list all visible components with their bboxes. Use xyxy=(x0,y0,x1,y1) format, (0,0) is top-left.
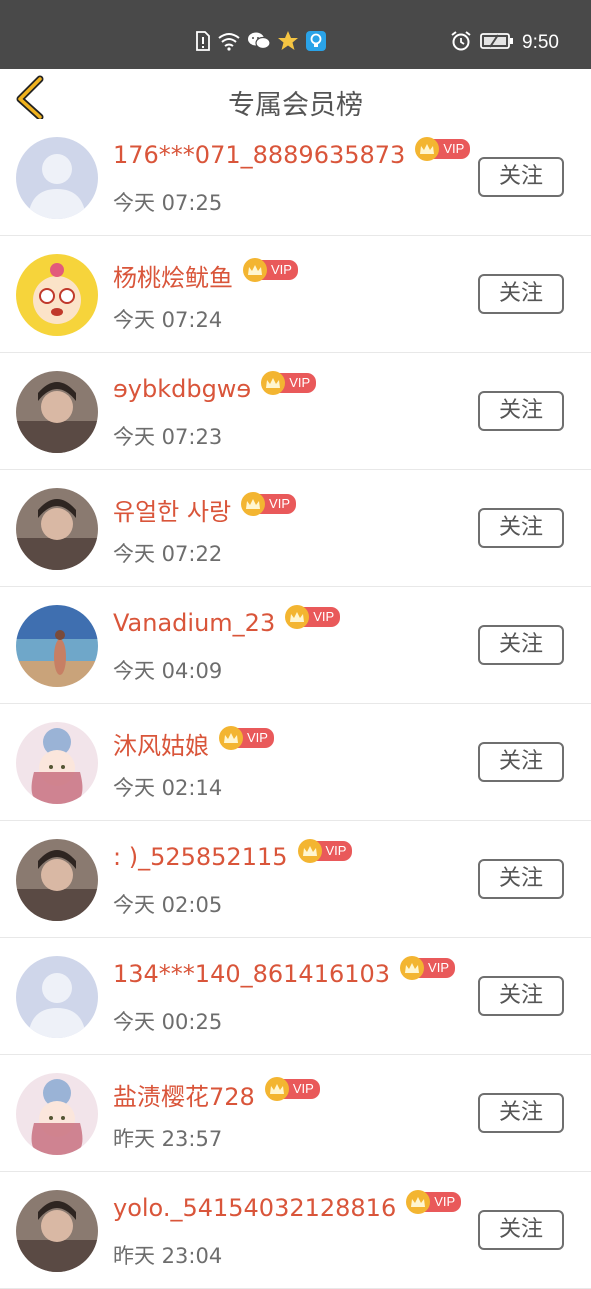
name-line: 沐风姑娘 VIP xyxy=(113,725,274,761)
crown-icon xyxy=(241,491,266,516)
member-name[interactable]: 杨桃烩鱿鱼 xyxy=(113,258,233,293)
member-name[interactable]: 盐渍樱花728 xyxy=(113,1077,255,1112)
member-time: 今天 00:25 xyxy=(113,1010,223,1034)
name-line: 盐渍樱花728 VIP xyxy=(113,1076,320,1112)
status-icons-left xyxy=(195,31,327,55)
follow-button[interactable]: 关注 xyxy=(478,976,564,1016)
name-line: 유얼한 사랑 VIP xyxy=(113,491,296,527)
member-name[interactable]: yolo._54154032128816 xyxy=(113,1194,396,1222)
member-row[interactable]: 134***140_861416103 VIP 今天 00:25 关注 xyxy=(0,938,591,1055)
member-name[interactable]: 沐风姑娘 xyxy=(113,726,209,761)
alarm-icon xyxy=(450,30,472,57)
wifi-icon xyxy=(217,31,241,55)
member-time: 今天 07:24 xyxy=(113,308,223,332)
follow-button[interactable]: 关注 xyxy=(478,274,564,314)
crown-icon xyxy=(243,257,267,282)
member-time: 今天 07:22 xyxy=(113,542,223,566)
crown-icon xyxy=(297,839,322,863)
member-time: 今天 07:23 xyxy=(113,425,223,449)
wechat-icon xyxy=(247,31,271,55)
member-row[interactable]: 盐渍樱花728 VIP 昨天 23:57 关注 xyxy=(0,1055,591,1172)
member-name[interactable]: 유얼한 사랑 xyxy=(113,492,231,527)
name-line: : )_525852115 VIP xyxy=(113,839,353,871)
avatar[interactable] xyxy=(16,1073,98,1155)
vip-badge: VIP xyxy=(297,839,353,863)
member-row[interactable]: yolo._54154032128816 VIP 昨天 23:04 关注 xyxy=(0,1172,591,1289)
member-time: 今天 04:09 xyxy=(113,659,223,683)
name-line: ɘybkdbgwɘ VIP xyxy=(113,371,317,403)
follow-button[interactable]: 关注 xyxy=(478,625,564,665)
vip-badge: VIP xyxy=(400,956,456,980)
vip-badge: VIP xyxy=(285,605,341,629)
follow-button[interactable]: 关注 xyxy=(478,391,564,431)
member-row[interactable]: : )_525852115 VIP 今天 02:05 关注 xyxy=(0,821,591,938)
member-row[interactable]: 유얼한 사랑 VIP 今天 07:22 关注 xyxy=(0,470,591,587)
avatar[interactable] xyxy=(16,722,98,804)
follow-button[interactable]: 关注 xyxy=(478,859,564,899)
member-row[interactable]: Vanadium_23 VIP 今天 04:09 关注 xyxy=(0,587,591,704)
vip-badge: VIP xyxy=(264,1076,320,1101)
avatar[interactable] xyxy=(16,956,98,1038)
member-name[interactable]: 176***071_8889635873 xyxy=(113,141,405,169)
vip-badge: VIP xyxy=(219,725,274,750)
name-line: Vanadium_23 VIP xyxy=(113,605,341,637)
member-row[interactable]: ɘybkdbgwɘ VIP 今天 07:23 关注 xyxy=(0,353,591,470)
vip-badge: VIP xyxy=(406,1190,462,1214)
crown-icon xyxy=(219,725,243,750)
member-name[interactable]: : )_525852115 xyxy=(113,843,288,871)
follow-button[interactable]: 关注 xyxy=(478,742,564,782)
follow-button[interactable]: 关注 xyxy=(478,508,564,548)
vip-badge: VIP xyxy=(241,491,296,516)
star-app-icon xyxy=(277,30,299,56)
crown-icon xyxy=(264,1076,289,1101)
member-name[interactable]: Vanadium_23 xyxy=(113,609,275,637)
bulb-app-icon xyxy=(305,30,327,56)
member-time: 昨天 23:04 xyxy=(113,1244,223,1268)
member-row[interactable]: 杨桃烩鱿鱼 VIP 今天 07:24 关注 xyxy=(0,236,591,353)
follow-button[interactable]: 关注 xyxy=(478,1093,564,1133)
member-time: 昨天 23:57 xyxy=(113,1127,223,1151)
status-icons-right: 9:50 xyxy=(450,30,559,57)
name-line: 176***071_8889635873 VIP xyxy=(113,137,471,169)
vip-badge: VIP xyxy=(243,257,298,282)
member-time: 今天 02:05 xyxy=(113,893,223,917)
avatar[interactable] xyxy=(16,137,98,219)
member-name[interactable]: 134***140_861416103 xyxy=(113,960,390,988)
avatar[interactable] xyxy=(16,839,98,921)
member-time: 今天 02:14 xyxy=(113,776,223,800)
avatar[interactable] xyxy=(16,1190,98,1272)
follow-button[interactable]: 关注 xyxy=(478,157,564,197)
avatar[interactable] xyxy=(16,488,98,570)
name-line: 134***140_861416103 VIP xyxy=(113,956,456,988)
page-title: 专属会员榜 xyxy=(228,90,363,121)
name-line: yolo._54154032128816 VIP xyxy=(113,1190,462,1222)
member-row[interactable]: 176***071_8889635873 VIP 今天 07:25 关注 xyxy=(0,119,591,236)
battery-icon xyxy=(480,32,514,55)
vip-badge: VIP xyxy=(261,371,317,395)
clock: 9:50 xyxy=(522,32,559,53)
name-line: 杨桃烩鱿鱼 VIP xyxy=(113,257,298,293)
sim-alert-icon xyxy=(195,31,211,55)
follow-button[interactable]: 关注 xyxy=(478,1210,564,1250)
member-list: 176***071_8889635873 VIP 今天 07:25 关注 杨桃烩鱿鱼 VI… xyxy=(0,119,591,1289)
member-name[interactable]: ɘybkdbgwɘ xyxy=(113,375,251,403)
avatar[interactable] xyxy=(16,254,98,336)
crown-icon xyxy=(400,956,425,980)
avatar[interactable] xyxy=(16,371,98,453)
member-row[interactable]: 沐风姑娘 VIP 今天 02:14 关注 xyxy=(0,704,591,821)
vip-badge: VIP xyxy=(415,137,471,161)
status-bar: 9:50 xyxy=(0,0,591,69)
member-time: 今天 07:25 xyxy=(113,191,223,215)
avatar[interactable] xyxy=(16,605,98,687)
